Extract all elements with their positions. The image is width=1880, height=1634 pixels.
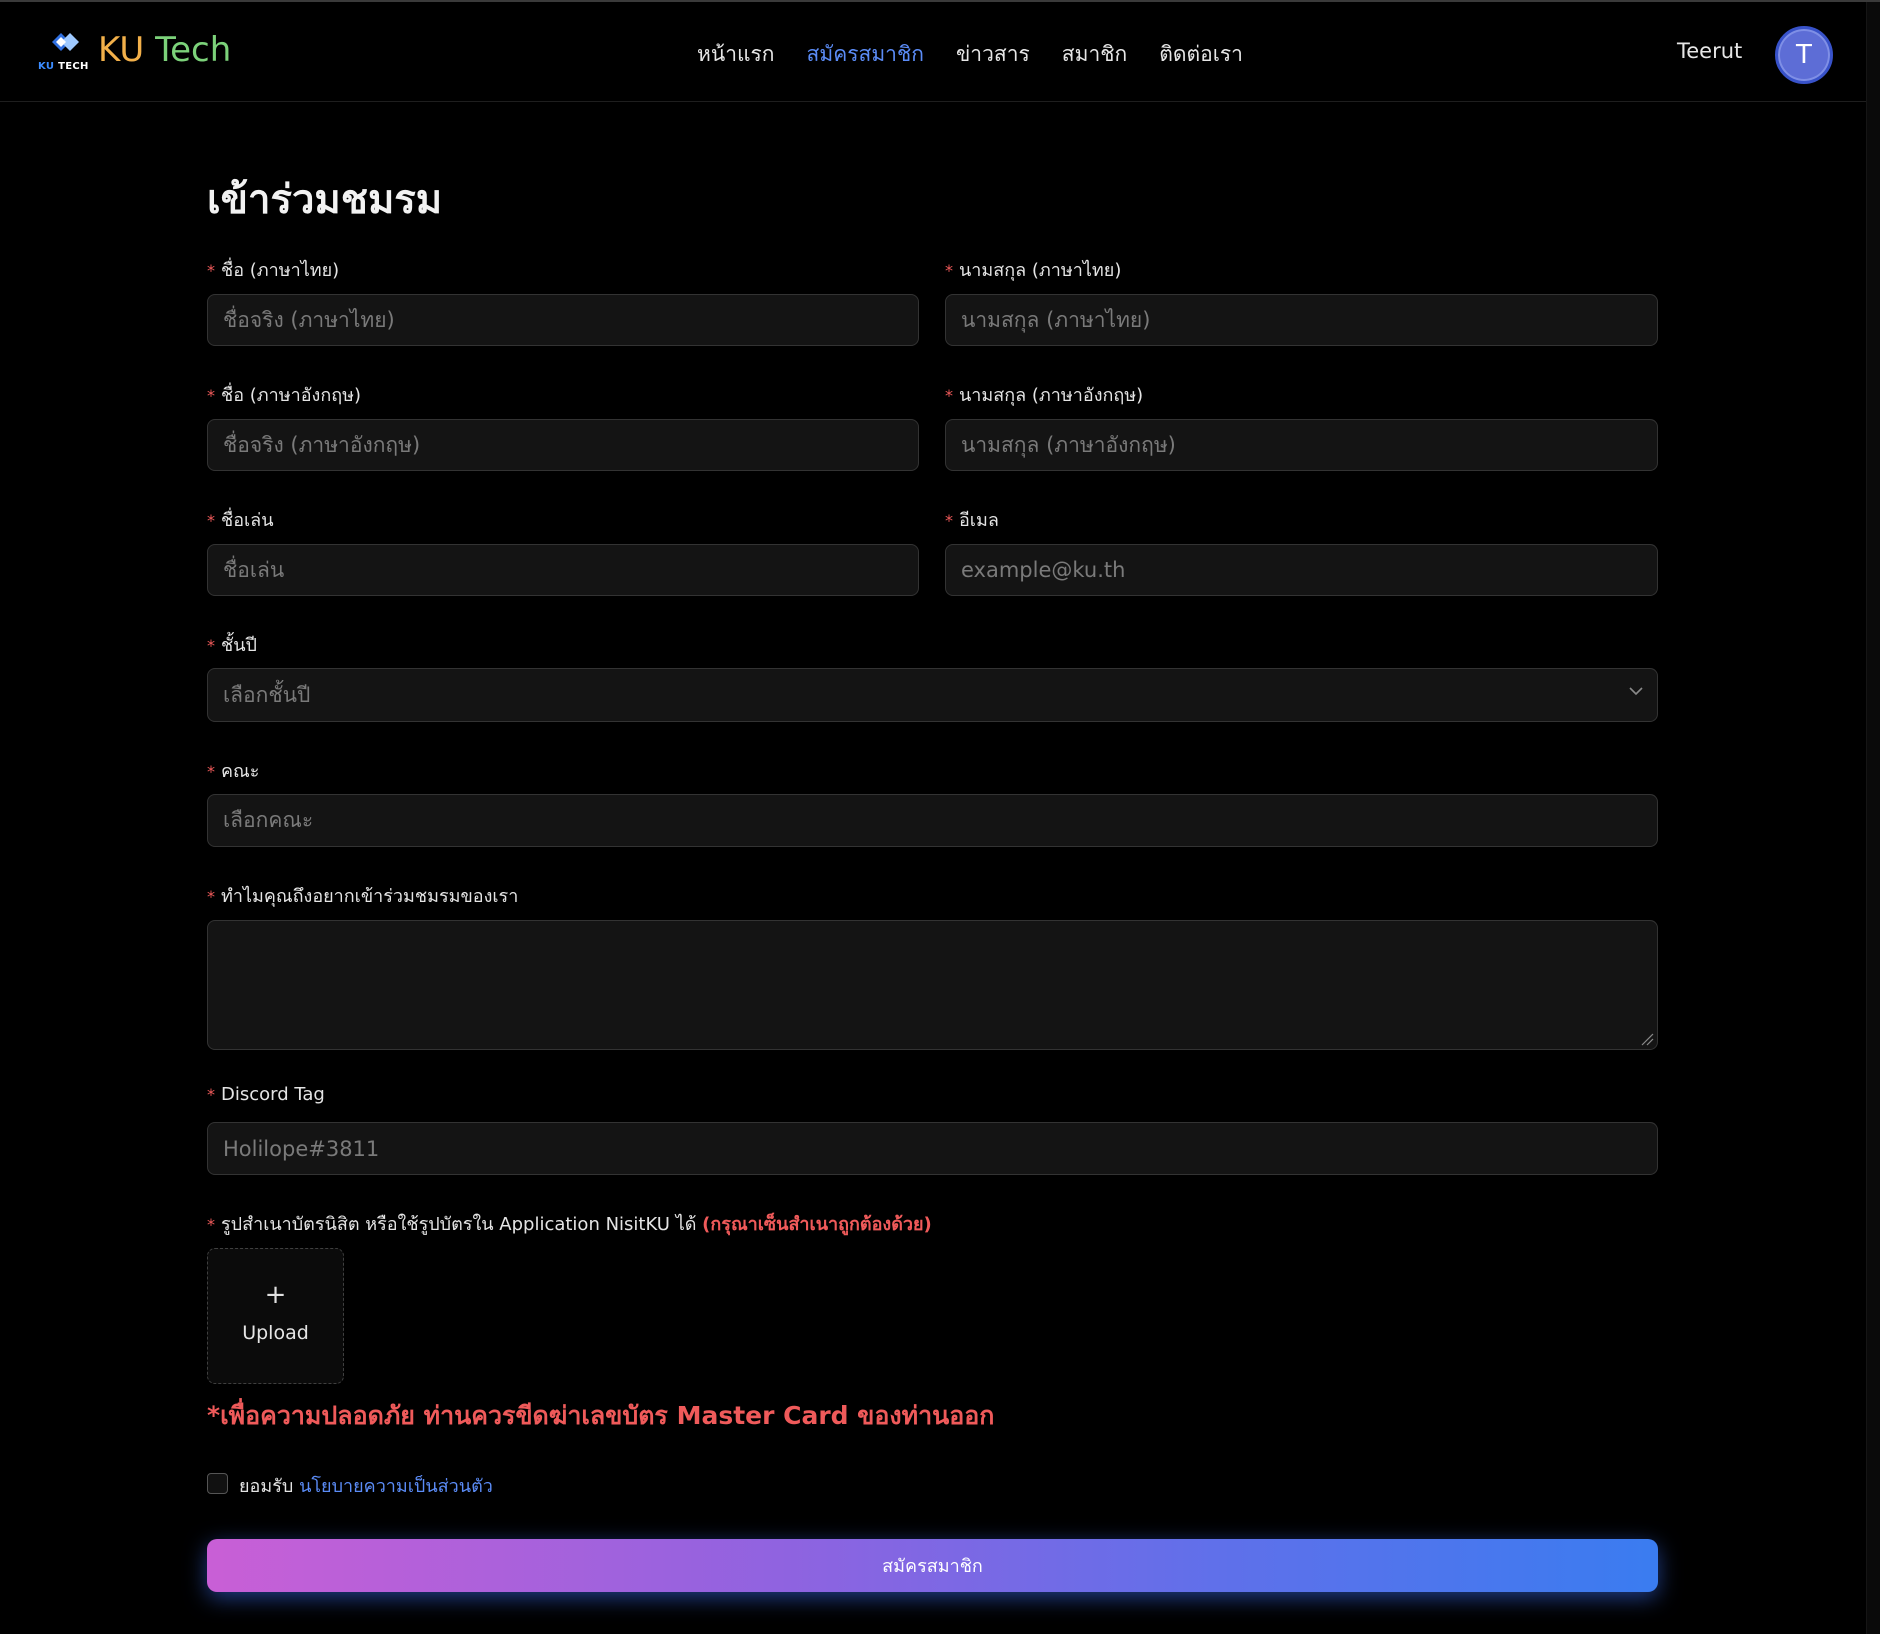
label-text: ชื่อ (ภาษาอังกฤษ) — [221, 385, 362, 406]
required-mark: * — [207, 636, 215, 655]
resize-handle-icon[interactable] — [1640, 1032, 1654, 1046]
logo-caption-tech: TECH — [58, 61, 89, 72]
label-text: นามสกุล (ภาษาอังกฤษ) — [959, 385, 1144, 406]
required-mark: * — [207, 261, 215, 280]
nickname-label: * ชื่อเล่น — [207, 505, 274, 534]
label-text: รูปสำเนาบัตรนิสิต หรือใช้รูปบัตรใน Appli… — [221, 1214, 697, 1235]
required-mark: * — [207, 762, 215, 781]
last-name-en-label: * นามสกุล (ภาษาอังกฤษ) — [945, 380, 1143, 409]
chevron-down-icon — [1629, 687, 1643, 696]
label-text: ชื่อเล่น — [221, 510, 274, 531]
label-text: ทำไมคุณถึงอยากเข้าร่วมชมรมของเรา — [221, 886, 519, 907]
logo[interactable]: KU TECH — [38, 28, 92, 76]
privacy-agree-text: ยอมรับ นโยบายความเป็นส่วนตัว — [239, 1471, 493, 1500]
student-card-warning: (กรุณาเซ็นสำเนาถูกต้องด้วย) — [702, 1214, 932, 1235]
upload-label: Upload — [242, 1322, 309, 1344]
label-text: อีเมล — [959, 510, 999, 531]
brand-name-tech: Tech — [155, 30, 232, 70]
required-mark: * — [945, 511, 953, 530]
agree-prefix: ยอมรับ — [239, 1476, 294, 1497]
nickname-input[interactable]: ชื่อเล่น — [207, 544, 919, 596]
brand-name[interactable]: KU Tech — [98, 30, 231, 70]
last-name-th-label: * นามสกุล (ภาษาไทย) — [945, 255, 1121, 284]
reason-textarea[interactable] — [207, 920, 1658, 1050]
first-name-en-label: * ชื่อ (ภาษาอังกฤษ) — [207, 380, 361, 409]
label-text: คณะ — [221, 761, 260, 782]
year-select[interactable]: เลือกชั้นปี — [207, 668, 1658, 722]
reason-label: * ทำไมคุณถึงอยากเข้าร่วมชมรมของเรา — [207, 881, 518, 910]
label-text: นามสกุล (ภาษาไทย) — [959, 260, 1122, 281]
page-title: เข้าร่วมชมรม — [207, 177, 443, 223]
security-warning: *เพื่อความปลอดภัย ท่านควรขีดฆ่าเลขบัตร M… — [207, 1401, 995, 1430]
nav-item-register[interactable]: สมัครสมาชิก — [807, 38, 924, 71]
discord-label: * Discord Tag — [207, 1084, 325, 1105]
label-text: ชั้นปี — [221, 635, 257, 656]
logo-caption: KU TECH — [38, 61, 89, 72]
required-mark: * — [207, 386, 215, 405]
main-nav: หน้าแรก สมัครสมาชิก ข่าวสาร สมาชิก ติดต่… — [697, 38, 1243, 71]
email-input[interactable]: example@ku.th — [945, 544, 1658, 596]
required-mark: * — [945, 261, 953, 280]
page-scrollbar[interactable] — [1866, 2, 1880, 1634]
last-name-en-input[interactable]: นามสกุล (ภาษาอังกฤษ) — [945, 419, 1658, 471]
required-mark: * — [945, 386, 953, 405]
required-mark: * — [207, 1215, 215, 1234]
privacy-checkbox[interactable] — [207, 1473, 228, 1494]
submit-button[interactable]: สมัครสมาชิก — [207, 1539, 1658, 1592]
year-label: * ชั้นปี — [207, 630, 257, 659]
label-text: ชื่อ (ภาษาไทย) — [221, 260, 340, 281]
year-select-placeholder: เลือกชั้นปี — [223, 682, 311, 707]
required-mark: * — [207, 511, 215, 530]
email-label: * อีเมล — [945, 505, 999, 534]
privacy-policy-link[interactable]: นโยบายความเป็นส่วนตัว — [299, 1476, 493, 1497]
nav-item-members[interactable]: สมาชิก — [1062, 38, 1127, 71]
faculty-label: * คณะ — [207, 756, 259, 785]
upload-button[interactable]: + Upload — [207, 1248, 344, 1384]
nav-item-contact[interactable]: ติดต่อเรา — [1159, 38, 1243, 71]
avatar[interactable]: T — [1775, 26, 1833, 84]
student-card-label: * รูปสำเนาบัตรนิสิต หรือใช้รูปบัตรใน Appl… — [207, 1209, 932, 1238]
faculty-select[interactable]: เลือกคณะ — [207, 794, 1658, 847]
user-name[interactable]: Teerut — [1677, 39, 1742, 63]
logo-icon — [52, 33, 79, 51]
brand-name-ku: KU — [98, 30, 145, 70]
first-name-en-input[interactable]: ชื่อจริง (ภาษาอังกฤษ) — [207, 419, 919, 471]
first-name-th-input[interactable]: ชื่อจริง (ภาษาไทย) — [207, 294, 919, 346]
top-navbar: KU TECH KU Tech หน้าแรก สมัครสมาชิก ข่าว… — [0, 2, 1866, 102]
required-mark: * — [207, 887, 215, 906]
logo-caption-ku: KU — [38, 61, 55, 72]
plus-icon: + — [264, 1280, 287, 1310]
nav-item-news[interactable]: ข่าวสาร — [956, 38, 1030, 71]
last-name-th-input[interactable]: นามสกุล (ภาษาไทย) — [945, 294, 1658, 346]
required-mark: * — [207, 1085, 215, 1104]
discord-input[interactable]: Holilope#3811 — [207, 1122, 1658, 1175]
nav-item-home[interactable]: หน้าแรก — [697, 38, 775, 71]
first-name-th-label: * ชื่อ (ภาษาไทย) — [207, 255, 339, 284]
label-text: Discord Tag — [221, 1084, 325, 1105]
